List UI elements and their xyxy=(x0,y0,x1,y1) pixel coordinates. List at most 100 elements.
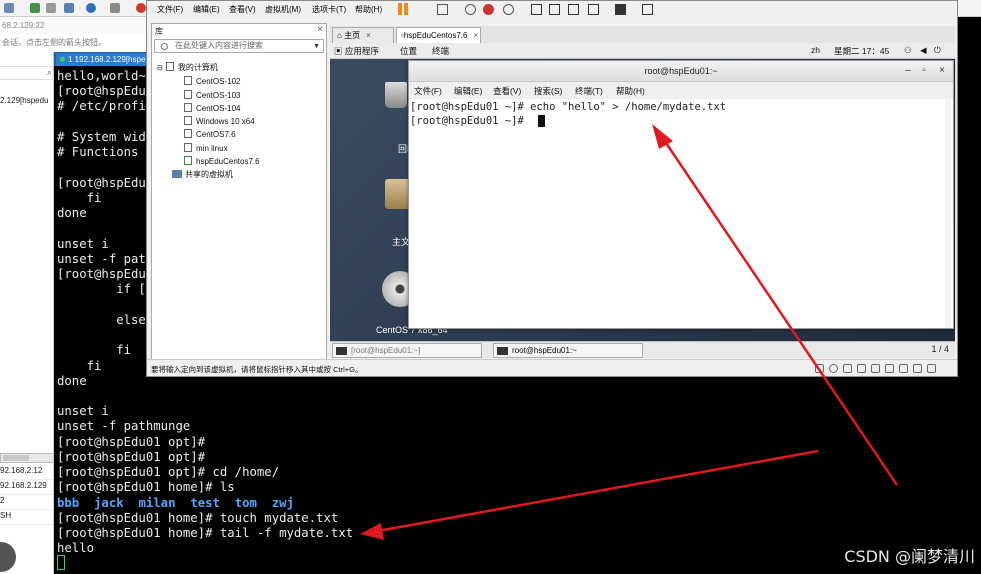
tree-vm-item[interactable]: CentOS-104 xyxy=(184,102,240,115)
places-menu[interactable]: 位置 xyxy=(400,45,417,57)
horizontal-scrollbar[interactable] xyxy=(0,453,53,463)
clock[interactable]: 星期二 17：45 xyxy=(834,45,889,57)
toolbar-icon[interactable] xyxy=(110,3,120,13)
search-icon: ⌕ xyxy=(46,67,52,77)
session-host-item[interactable]: 2.129[hspedu xyxy=(0,96,53,110)
toolbar-icon[interactable] xyxy=(4,3,14,13)
session-prop: SH xyxy=(0,511,53,525)
menu-help[interactable]: 帮助(H) xyxy=(355,4,382,15)
tree-vm-item[interactable]: CentOS-102 xyxy=(184,75,240,88)
chevron-down-icon[interactable]: ▼ xyxy=(313,41,320,53)
close-icon[interactable]: × xyxy=(473,31,478,40)
menu-vm[interactable]: 虚拟机(M) xyxy=(265,4,301,15)
tree-shared-vms[interactable]: 共享的虚拟机 xyxy=(172,168,233,181)
printer-icon[interactable] xyxy=(857,364,866,373)
dir-name: milan xyxy=(138,496,176,510)
input-language[interactable]: zh xyxy=(811,45,820,55)
fullscreen-icon[interactable] xyxy=(568,4,579,15)
close-icon[interactable]: × xyxy=(935,64,949,78)
tab-home[interactable]: ⌂ 主页 × xyxy=(332,27,394,43)
tree-vm-item[interactable]: CentOS7.6 xyxy=(184,128,236,141)
tree-vm-item[interactable]: min linux xyxy=(184,142,228,155)
message-icon[interactable] xyxy=(913,364,922,373)
menu-view[interactable]: 查看(V) xyxy=(229,4,256,15)
tree-my-computer[interactable]: ⊟ 我的计算机 xyxy=(157,61,218,74)
vmware-menubar: 文件(F) 编辑(E) 查看(V) 虚拟机(M) 选项卡(T) 帮助(H) xyxy=(147,1,957,18)
menu-search[interactable]: 搜索(S) xyxy=(534,85,562,97)
toolbar-icon[interactable] xyxy=(136,3,146,13)
menu-file[interactable]: 文件(F) xyxy=(157,4,183,15)
session-search[interactable]: ⌕ xyxy=(0,66,53,80)
session-tab[interactable]: 1 192.168.2.129[hspe xyxy=(56,53,152,66)
minimize-icon[interactable]: – xyxy=(901,64,915,78)
library-search-input[interactable]: 在此处键入内容进行搜索 ▼ xyxy=(154,39,324,53)
unity-icon[interactable] xyxy=(588,4,599,15)
sound-icon[interactable] xyxy=(885,364,894,373)
snapshot-icon[interactable] xyxy=(465,4,476,15)
window-title: root@hspEdu01:~ xyxy=(644,66,718,76)
terminal-line: unset i xyxy=(57,237,109,251)
search-icon xyxy=(161,43,168,50)
network-adapter-icon[interactable] xyxy=(843,364,852,373)
maximize-icon[interactable]: ▫ xyxy=(917,64,931,78)
menu-edit[interactable]: 编辑(E) xyxy=(193,4,220,15)
terminal-line: else xyxy=(57,313,146,327)
terminal-line: [root@hspEdu01 home]# touch mydate.txt xyxy=(57,511,339,525)
workspace-pager[interactable]: 1 / 4 xyxy=(931,344,949,354)
menu-file[interactable]: 文件(F) xyxy=(414,85,442,97)
stretch-icon[interactable] xyxy=(642,4,653,15)
manage-snapshot-icon[interactable] xyxy=(503,4,514,15)
trash-icon[interactable] xyxy=(385,82,407,108)
menu-edit[interactable]: 编辑(E) xyxy=(454,85,482,97)
apps-menu[interactable]: ▣ 应用程序 xyxy=(334,45,379,57)
toolbar-icon[interactable] xyxy=(46,3,56,13)
taskbar-item[interactable]: root@hspEdu01:~ xyxy=(493,343,643,358)
library-view-icon[interactable] xyxy=(531,4,542,15)
display-icon[interactable] xyxy=(899,364,908,373)
apps-icon: ▣ xyxy=(334,46,343,56)
vm-icon xyxy=(184,143,192,152)
terminal-line: [root@hspEdu01 opt]# cd /home/ xyxy=(57,465,280,479)
tree-vm-item[interactable]: CentOS-103 xyxy=(184,89,240,102)
menu-view[interactable]: 查看(V) xyxy=(493,85,521,97)
guest-terminal-titlebar[interactable]: root@hspEdu01:~ – ▫ × xyxy=(409,61,953,82)
toolbar-icon[interactable] xyxy=(64,3,74,13)
device-icon[interactable] xyxy=(927,364,936,373)
toolbar-icon[interactable] xyxy=(30,3,40,13)
menu-tabs[interactable]: 选项卡(T) xyxy=(312,4,346,15)
taskbar-item[interactable]: [root@hspEdu01:~] xyxy=(332,343,482,358)
harddisk-icon[interactable] xyxy=(815,364,824,373)
tab-vm[interactable]: ▫hspEduCentos7.6 × xyxy=(396,27,481,43)
usb-icon[interactable] xyxy=(871,364,880,373)
tab-label: hspEduCentos7.6 xyxy=(403,31,468,40)
pause-icon[interactable] xyxy=(398,3,408,15)
globe-icon[interactable] xyxy=(86,3,96,13)
volume-icon[interactable]: ◀ xyxy=(920,45,927,56)
dir-name: jack xyxy=(94,496,124,510)
menu-help[interactable]: 帮助(H) xyxy=(616,85,645,97)
network-icon[interactable]: ⚇ xyxy=(904,45,912,56)
dir-name: bbb xyxy=(57,496,80,510)
scrollbar-thumb[interactable] xyxy=(3,455,29,461)
terminal-line: [root@hspEdu01 ~]# xyxy=(410,115,531,127)
send-keys-icon[interactable] xyxy=(437,4,448,15)
terminal-menu[interactable]: 终端 xyxy=(432,45,449,57)
tree-vm-item[interactable]: hspEduCentos7.6 xyxy=(184,155,260,168)
dir-name: tom xyxy=(234,496,257,510)
tree-vm-item[interactable]: Windows 10 x64 xyxy=(184,115,255,128)
session-prop: 2 xyxy=(0,496,53,510)
vertical-scrollbar[interactable] xyxy=(945,99,951,328)
cdrom-icon[interactable] xyxy=(829,364,838,373)
power-icon[interactable]: ⏻ xyxy=(934,45,941,56)
menu-terminal[interactable]: 终端(T) xyxy=(575,85,603,97)
collapse-icon[interactable]: ⊟ xyxy=(157,65,163,72)
thumbnail-view-icon[interactable] xyxy=(549,4,560,15)
close-icon[interactable]: × xyxy=(366,31,371,40)
guest-terminal-body[interactable]: [root@hspEdu01 ~]# echo "hello" > /home/… xyxy=(409,99,953,328)
close-icon[interactable]: × xyxy=(317,24,323,35)
revert-snapshot-icon[interactable] xyxy=(483,4,494,15)
search-placeholder: 在此处键入内容进行搜索 xyxy=(175,41,263,50)
terminal-line: if [ xyxy=(57,282,146,296)
console-icon[interactable] xyxy=(615,4,626,15)
terminal-line: hello,world~ xyxy=(57,69,146,83)
